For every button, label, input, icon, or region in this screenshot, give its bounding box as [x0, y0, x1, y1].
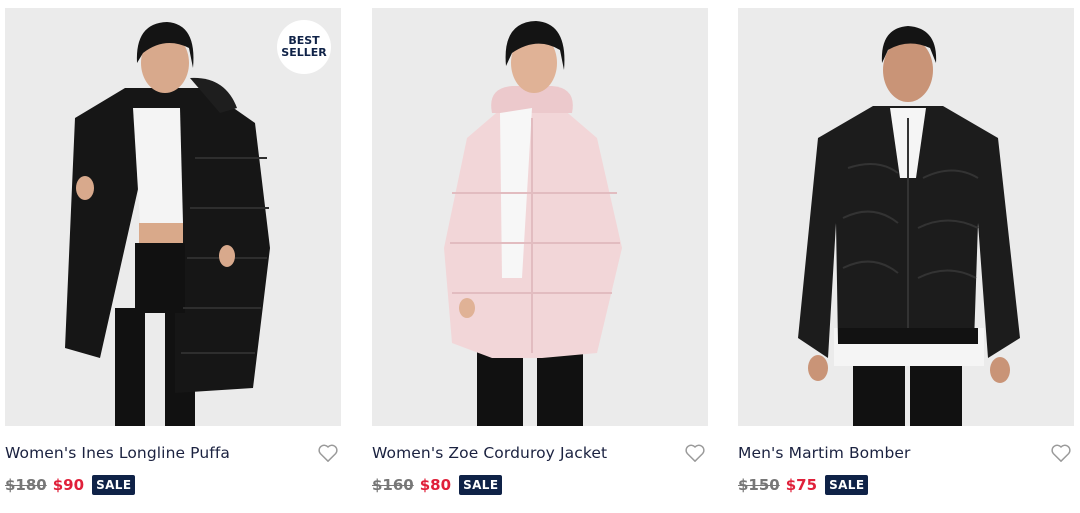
sale-badge: SALE [825, 475, 869, 495]
sale-badge: SALE [92, 475, 136, 495]
product-title-link[interactable]: Men's Martim Bomber [738, 444, 911, 462]
product-image[interactable] [738, 8, 1074, 426]
title-row: Women's Ines Longline Puffa [5, 442, 341, 466]
heart-outline-icon[interactable] [1050, 443, 1072, 463]
original-price: $160 [372, 476, 414, 494]
product-photo-martim-bomber [738, 8, 1074, 426]
product-image[interactable]: BEST SELLER [5, 8, 341, 426]
sale-badge: SALE [459, 475, 503, 495]
product-grid: BEST SELLER Women's Ines Longline Puffa … [0, 0, 1080, 513]
product-photo-zoe-corduroy-jacket [372, 8, 708, 426]
badge-line-2: SELLER [281, 46, 327, 59]
price-row: $150 $75 SALE [738, 474, 1074, 496]
heart-outline-icon[interactable] [684, 443, 706, 463]
title-row: Women's Zoe Corduroy Jacket [372, 442, 708, 466]
sale-price: $75 [785, 476, 818, 494]
product-card: Men's Martim Bomber $150 $75 SALE [738, 8, 1074, 508]
product-title-link[interactable]: Women's Zoe Corduroy Jacket [372, 444, 607, 462]
product-card: BEST SELLER Women's Ines Longline Puffa … [5, 8, 341, 508]
sale-price: $90 [52, 476, 85, 494]
sale-price: $80 [419, 476, 452, 494]
product-card: Women's Zoe Corduroy Jacket $160 $80 SAL… [372, 8, 708, 508]
product-image[interactable] [372, 8, 708, 426]
heart-outline-icon[interactable] [317, 443, 339, 463]
original-price: $150 [738, 476, 780, 494]
original-price: $180 [5, 476, 47, 494]
price-row: $160 $80 SALE [372, 474, 708, 496]
product-title-link[interactable]: Women's Ines Longline Puffa [5, 444, 230, 462]
title-row: Men's Martim Bomber [738, 442, 1074, 466]
best-seller-badge: BEST SELLER [277, 20, 331, 74]
price-row: $180 $90 SALE [5, 474, 341, 496]
